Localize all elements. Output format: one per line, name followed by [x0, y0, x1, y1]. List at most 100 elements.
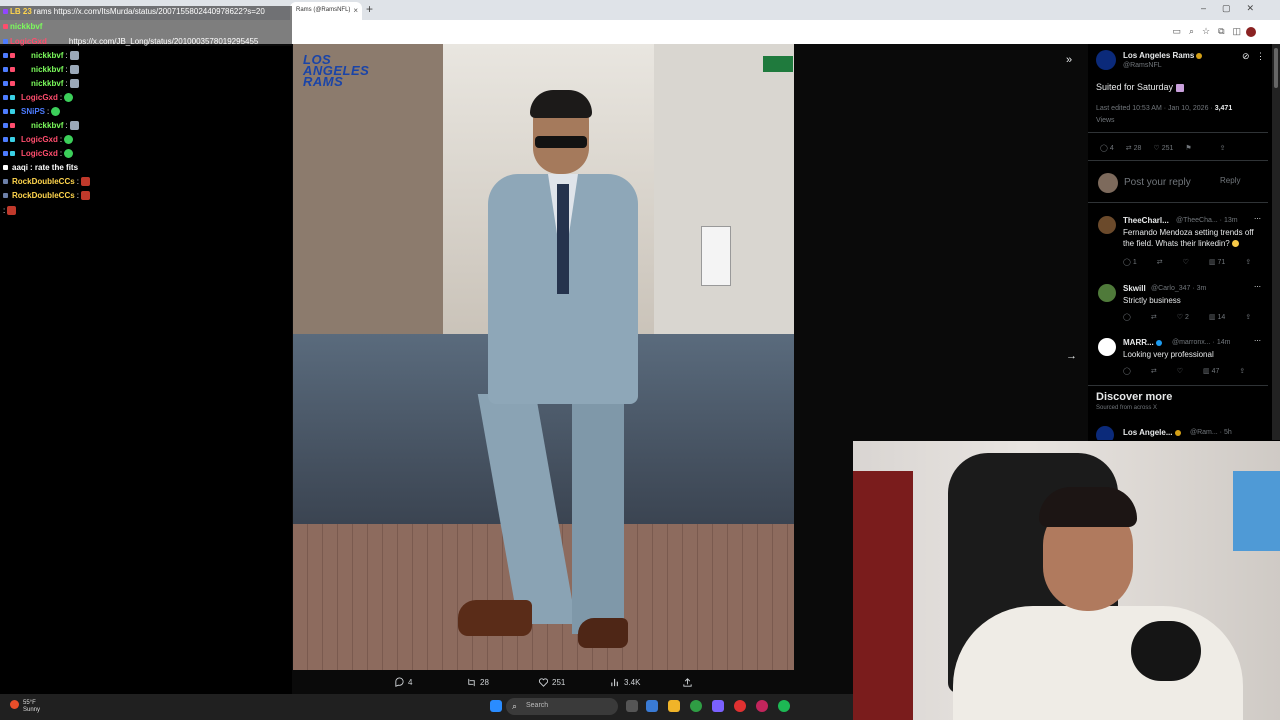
- chat-message: nickkbvf:: [3, 77, 79, 89]
- start-menu-icon[interactable]: [490, 700, 502, 712]
- streamer-webcam: [853, 441, 1280, 720]
- badge-icon: [3, 150, 8, 156]
- like-button[interactable]: ♡: [1183, 258, 1189, 266]
- reply-author[interactable]: TheeCharl...: [1123, 216, 1169, 225]
- parking-sign: [701, 226, 731, 286]
- discord-icon[interactable]: [712, 700, 724, 712]
- media-like-button[interactable]: 251: [538, 677, 565, 688]
- repost-button[interactable]: ⇄ 28: [1126, 144, 1142, 153]
- chat-text: :: [59, 92, 63, 102]
- repost-button[interactable]: ⇄: [1151, 367, 1157, 375]
- task-view-icon[interactable]: [626, 700, 638, 712]
- scrollbar-thumb[interactable]: [1274, 48, 1278, 88]
- discover-author[interactable]: Los Angele...: [1123, 428, 1181, 437]
- repost-button[interactable]: ⇄: [1157, 258, 1163, 266]
- emote-icon: [51, 106, 61, 116]
- reply-input[interactable]: Post your reply: [1124, 177, 1191, 188]
- sub-badge-icon: [3, 8, 8, 14]
- subject-shoe: [578, 618, 628, 648]
- subject-hair: [530, 90, 592, 118]
- views-button[interactable]: ▥ 14: [1209, 313, 1225, 322]
- streamer-shirt: [953, 606, 1243, 720]
- more-options-icon[interactable]: ⋯: [1254, 337, 1261, 345]
- media-share-button[interactable]: [682, 677, 693, 688]
- reply-button[interactable]: ◯ 4: [1100, 144, 1114, 153]
- taskbar-search[interactable]: ⌕ Search: [506, 698, 618, 715]
- author-avatar[interactable]: [1096, 50, 1116, 70]
- media-views-button[interactable]: 3.4K: [610, 677, 640, 688]
- badge-icon: [10, 94, 15, 100]
- stream-chat-overlay: LB 23 rams https://x.com/ItsMurda/status…: [0, 0, 292, 220]
- badge-icon: [3, 122, 8, 128]
- edge-icon[interactable]: [690, 700, 702, 712]
- reply-button[interactable]: ◯: [1123, 313, 1131, 321]
- reply-button[interactable]: ◯: [1123, 367, 1131, 375]
- reply-handle: @TheeCha... · 13m: [1176, 217, 1238, 224]
- discover-avatar[interactable]: [1096, 426, 1114, 440]
- os-taskbar: 55°F Sunny ⌕ Search: [0, 694, 853, 720]
- reply-actions: ◯ ⇄ ♡ ▥ 47 ⇪: [1123, 367, 1245, 376]
- browser-tab[interactable]: Rams (@RamsNFL) ×: [290, 2, 362, 20]
- reply-author[interactable]: MARR...: [1123, 338, 1162, 347]
- repost-button[interactable]: ⇄: [1151, 313, 1157, 321]
- scrollbar[interactable]: [1272, 44, 1280, 440]
- expand-panel-icon[interactable]: »: [1066, 54, 1072, 66]
- chrome-icon[interactable]: [734, 700, 746, 712]
- like-button[interactable]: ♡: [1177, 367, 1183, 375]
- views-button[interactable]: ▥ 71: [1209, 258, 1225, 267]
- views-button[interactable]: ▥ 47: [1203, 367, 1219, 376]
- share-icon[interactable]: ⇪: [1245, 258, 1251, 266]
- more-options-icon[interactable]: ⋯: [1254, 283, 1261, 291]
- subject-leg: [477, 394, 577, 624]
- chat-username: LogicGxd: [21, 148, 58, 158]
- reply-avatar[interactable]: [1098, 284, 1116, 302]
- sub-badge-icon: [3, 23, 8, 29]
- reply-submit-button[interactable]: Reply: [1220, 176, 1240, 185]
- more-options-icon[interactable]: ⋮: [1256, 51, 1265, 62]
- reply-avatar[interactable]: [1098, 216, 1116, 234]
- window-controls[interactable]: –▢✕: [1201, 3, 1270, 14]
- share-icon[interactable]: ⇪: [1245, 313, 1251, 321]
- reply-author[interactable]: Skwill: [1123, 284, 1146, 293]
- chat-username: nickkbvf: [31, 78, 64, 88]
- media-reply-button[interactable]: 4: [394, 677, 412, 688]
- emote-icon: [69, 120, 79, 130]
- app-icon[interactable]: [646, 700, 658, 712]
- new-tab-button[interactable]: +: [366, 2, 373, 16]
- my-avatar: [1098, 173, 1118, 193]
- close-tab-icon[interactable]: ×: [353, 6, 358, 15]
- emote-icon: [64, 92, 74, 102]
- like-button[interactable]: ♡ 2: [1177, 313, 1189, 322]
- share-icon[interactable]: ⇪: [1220, 144, 1226, 152]
- weather-widget[interactable]: 55°F Sunny: [10, 700, 40, 714]
- street-sign: [763, 56, 793, 72]
- tweet-photo[interactable]: LOS ANGELES RAMS: [293, 44, 794, 670]
- reply-handle: @Carlo_347 · 3m: [1151, 285, 1207, 292]
- verified-badge-icon: [1174, 429, 1181, 436]
- next-media-arrow-icon[interactable]: →: [1066, 350, 1077, 362]
- app-icon[interactable]: [756, 700, 768, 712]
- emote-icon: [69, 64, 79, 74]
- photo-subject: [458, 90, 638, 654]
- divider: [1088, 385, 1268, 386]
- media-repost-button[interactable]: 28: [466, 677, 489, 688]
- reply-text: the field. Whats their linkedin?: [1123, 239, 1239, 248]
- reply-button[interactable]: ◯ 1: [1123, 258, 1137, 267]
- more-options-icon[interactable]: ⋯: [1254, 215, 1261, 223]
- file-explorer-icon[interactable]: [668, 700, 680, 712]
- subject-tie: [557, 184, 569, 294]
- badge-icon: [3, 192, 8, 198]
- share-icon[interactable]: ⇪: [1239, 367, 1245, 375]
- profile-icon[interactable]: [1246, 27, 1256, 37]
- subject-shoe: [458, 600, 532, 636]
- author-name[interactable]: Los Angeles Rams: [1123, 51, 1203, 60]
- grok-icon[interactable]: ⊘: [1242, 51, 1250, 62]
- chat-message: nickkbvf: [3, 20, 42, 32]
- spotify-icon[interactable]: [778, 700, 790, 712]
- reply-avatar[interactable]: [1098, 338, 1116, 356]
- bookmark-icon[interactable]: ⚑: [1185, 144, 1191, 152]
- chat-message: nickkbvf:: [3, 119, 79, 131]
- author-handle[interactable]: @RamsNFL: [1123, 62, 1162, 69]
- sun-icon: [10, 700, 19, 709]
- like-button[interactable]: ♡ 251: [1153, 144, 1173, 153]
